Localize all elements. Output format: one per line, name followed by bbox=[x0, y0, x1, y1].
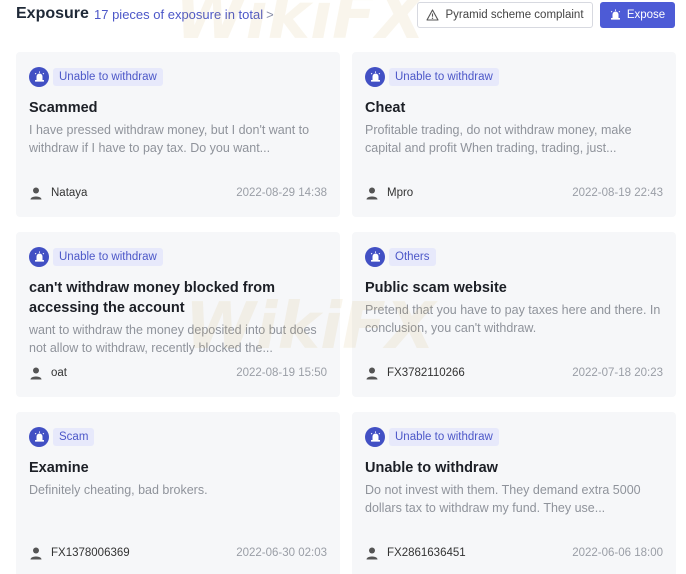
category-tag: Unable to withdraw bbox=[29, 247, 163, 267]
card-footer: FX2861636451 2022-06-06 18:00 bbox=[365, 545, 663, 561]
author-name: FX3782110266 bbox=[387, 367, 465, 379]
category-tag: Scam bbox=[29, 427, 95, 447]
user-icon bbox=[30, 367, 42, 380]
post-date: 2022-08-19 22:43 bbox=[572, 187, 663, 199]
chevron-right-icon: > bbox=[266, 7, 274, 22]
author-name: oat bbox=[51, 367, 67, 379]
exposure-header: Exposure 17 pieces of exposure in total >… bbox=[0, 0, 686, 32]
exposure-card[interactable]: Unable to withdraw can't withdraw money … bbox=[16, 232, 340, 397]
user-icon bbox=[366, 547, 378, 560]
post-date: 2022-06-30 02:03 bbox=[236, 547, 327, 559]
card-title: Unable to withdraw bbox=[365, 460, 498, 476]
category-tag-label: Scam bbox=[53, 428, 95, 446]
category-tag-label: Unable to withdraw bbox=[53, 68, 163, 86]
card-footer: Mpro 2022-08-19 22:43 bbox=[365, 185, 663, 201]
user-icon bbox=[366, 187, 378, 200]
category-tag: Others bbox=[365, 247, 436, 267]
exposure-card[interactable]: Unable to withdraw Unable to withdraw Do… bbox=[352, 412, 676, 574]
category-tag-label: Unable to withdraw bbox=[389, 68, 499, 86]
exposure-count-text: 17 pieces of exposure in total bbox=[94, 7, 264, 22]
card-title: can't withdraw money blocked from access… bbox=[29, 280, 275, 316]
exposure-card[interactable]: Scam Examine Definitely cheating, bad br… bbox=[16, 412, 340, 574]
card-title: Scammed bbox=[29, 100, 98, 116]
user-icon bbox=[366, 367, 378, 380]
exposure-card[interactable]: Unable to withdraw Scammed I have presse… bbox=[16, 52, 340, 217]
author-name: Nataya bbox=[51, 187, 88, 199]
card-footer: Nataya 2022-08-29 14:38 bbox=[29, 185, 327, 201]
card-excerpt: Do not invest with them. They demand ext… bbox=[365, 483, 641, 515]
card-title: Cheat bbox=[365, 100, 406, 116]
warning-icon bbox=[426, 9, 440, 21]
exposure-card[interactable]: Others Public scam website Pretend that … bbox=[352, 232, 676, 397]
expose-label: Expose bbox=[626, 9, 666, 21]
card-footer: FX1378006369 2022-06-30 02:03 bbox=[29, 545, 327, 561]
category-tag-label: Others bbox=[389, 248, 436, 266]
exposure-count-link[interactable]: 17 pieces of exposure in total > bbox=[94, 7, 274, 22]
alarm-icon bbox=[29, 427, 49, 447]
post-date: 2022-07-18 20:23 bbox=[572, 367, 663, 379]
card-excerpt: I have pressed withdraw money, but I don… bbox=[29, 123, 310, 155]
alarm-icon bbox=[29, 247, 49, 267]
card-footer: oat 2022-08-19 15:50 bbox=[29, 365, 327, 381]
alarm-icon bbox=[610, 9, 620, 20]
pyramid-scheme-complaint-button[interactable]: Pyramid scheme complaint bbox=[417, 2, 593, 28]
card-excerpt: want to withdraw the money deposited int… bbox=[29, 323, 317, 355]
user-icon bbox=[30, 187, 42, 200]
alarm-icon bbox=[365, 427, 385, 447]
author-name: FX1378006369 bbox=[51, 547, 130, 559]
card-title: Examine bbox=[29, 460, 89, 476]
post-date: 2022-08-29 14:38 bbox=[236, 187, 327, 199]
category-tag-label: Unable to withdraw bbox=[389, 428, 499, 446]
exposure-card[interactable]: Unable to withdraw Cheat Profitable trad… bbox=[352, 52, 676, 217]
expose-button[interactable]: Expose bbox=[600, 2, 675, 28]
page-title: Exposure bbox=[16, 5, 89, 22]
card-footer: FX3782110266 2022-07-18 20:23 bbox=[365, 365, 663, 381]
alarm-icon bbox=[365, 247, 385, 267]
author-name: Mpro bbox=[387, 187, 414, 199]
card-excerpt: Profitable trading, do not withdraw mone… bbox=[365, 123, 632, 155]
post-date: 2022-08-19 15:50 bbox=[236, 367, 327, 379]
author-name: FX2861636451 bbox=[387, 547, 466, 559]
alarm-icon bbox=[29, 67, 49, 87]
card-title: Public scam website bbox=[365, 280, 507, 296]
card-excerpt: Pretend that you have to pay taxes here … bbox=[365, 303, 661, 335]
category-tag-label: Unable to withdraw bbox=[53, 248, 163, 266]
post-date: 2022-06-06 18:00 bbox=[572, 547, 663, 559]
complaint-label: Pyramid scheme complaint bbox=[445, 9, 584, 21]
card-excerpt: Definitely cheating, bad brokers. bbox=[29, 483, 208, 497]
category-tag: Unable to withdraw bbox=[365, 67, 499, 87]
category-tag: Unable to withdraw bbox=[29, 67, 163, 87]
user-icon bbox=[30, 547, 42, 560]
category-tag: Unable to withdraw bbox=[365, 427, 499, 447]
alarm-icon bbox=[365, 67, 385, 87]
